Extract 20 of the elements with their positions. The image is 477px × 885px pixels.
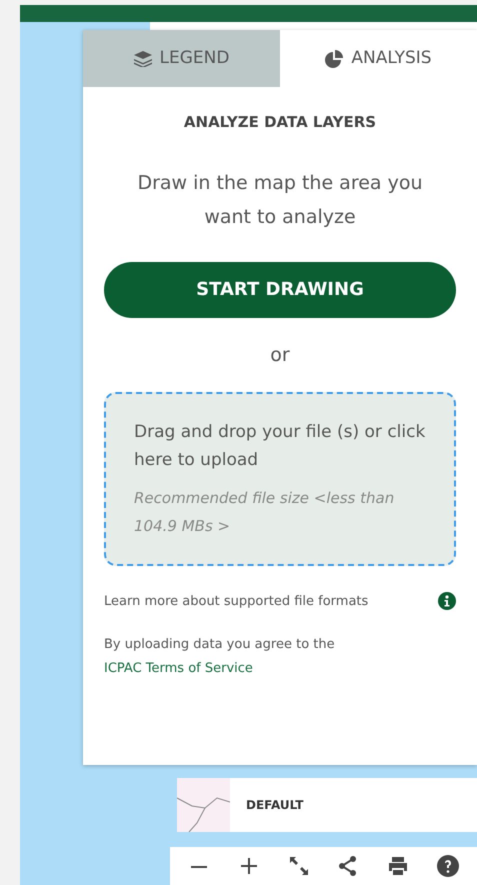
- file-formats-link[interactable]: Learn more about supported file formats: [104, 592, 368, 611]
- terms-link[interactable]: ICPAC Terms of Service: [104, 661, 253, 676]
- expand-icon[interactable]: [288, 855, 310, 877]
- pie-chart-icon: [325, 50, 344, 68]
- separator-text: or: [270, 342, 290, 368]
- panel-tab[interactable]: LEGEND: [83, 30, 280, 87]
- section-heading: ANALYZE DATA LAYERS: [184, 112, 376, 133]
- panel-tab[interactable]: ANALYSIS: [280, 30, 477, 87]
- info-icon[interactable]: [438, 592, 456, 610]
- file-size-note: Recommended file size <less than 104.9 MBs >: [134, 488, 396, 536]
- layers-icon: [134, 50, 152, 66]
- instruction-text: Draw in the map the area you want to analyze: [136, 170, 424, 230]
- start-drawing-button[interactable]: START DRAWING: [104, 262, 456, 318]
- upload-dropzone[interactable]: Drag and drop your file (s) or click here to upload Recommended file size <less than 104.9 MBs >: [104, 392, 456, 566]
- terms-text: By uploading data you agree to the ICPAC Terms of Service: [104, 636, 336, 678]
- basemap-option[interactable]: DEFAULT: [177, 778, 477, 832]
- help-icon[interactable]: [437, 855, 460, 877]
- upload-text: Drag and drop your file (s) or click here to upload: [134, 420, 426, 472]
- basemap-label: DEFAULT: [246, 797, 304, 814]
- print-icon[interactable]: [387, 855, 410, 877]
